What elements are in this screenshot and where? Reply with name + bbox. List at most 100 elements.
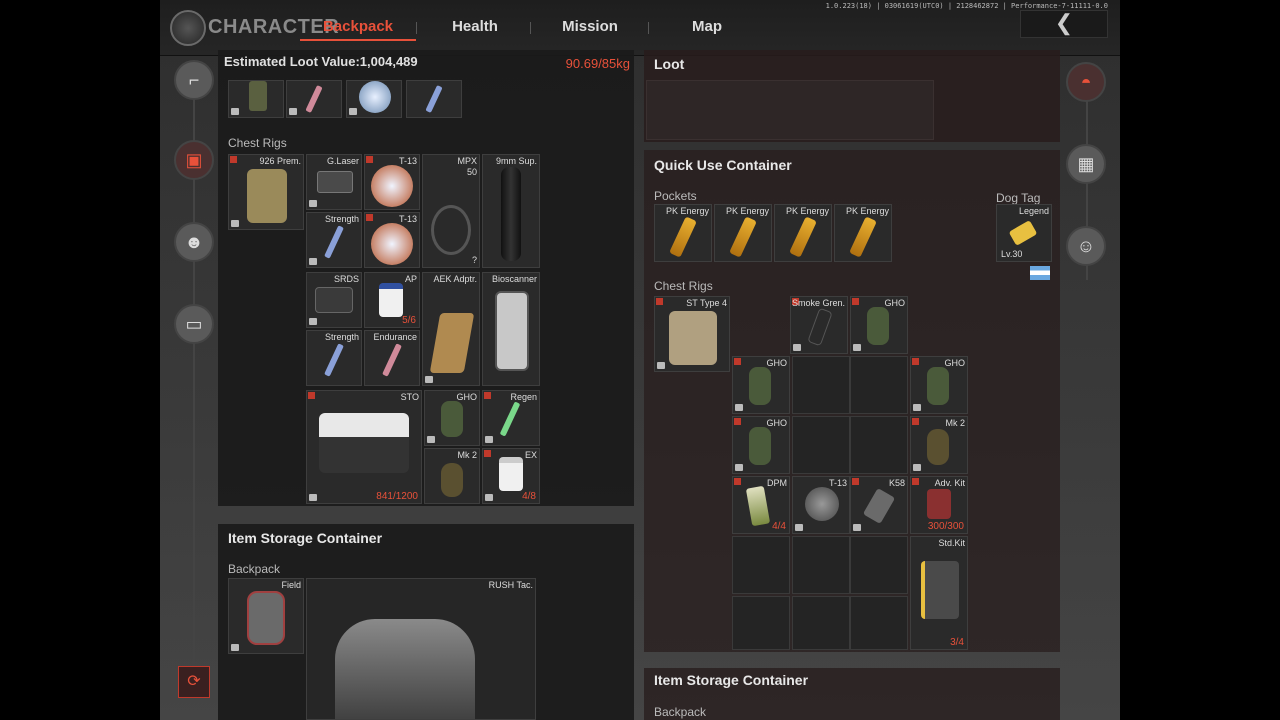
item-slot[interactable]: Smoke Gren. xyxy=(790,296,848,354)
item-slot[interactable]: GHO xyxy=(910,356,968,414)
empty-slot[interactable] xyxy=(732,596,790,650)
item-slot-aek[interactable]: AEK Adptr. xyxy=(422,272,480,386)
loot-area[interactable] xyxy=(646,80,934,140)
empty-slot[interactable] xyxy=(732,536,790,594)
item-flag-icon xyxy=(366,214,373,221)
item-slot[interactable]: K58 xyxy=(850,476,908,534)
item-slot[interactable]: DPM 4/4 xyxy=(732,476,790,534)
item-badge-icon xyxy=(485,494,493,501)
item-slot[interactable]: Adv. Kit 300/300 xyxy=(910,476,968,534)
item-slot[interactable]: EX 4/8 xyxy=(482,448,540,504)
vest-icon[interactable]: ▦ xyxy=(1066,144,1106,184)
item-slot[interactable]: AP 5/6 xyxy=(364,272,420,328)
item-badge-icon xyxy=(231,220,239,227)
item-slot[interactable]: Strength xyxy=(306,212,362,268)
item-label: Adv. Kit xyxy=(934,478,965,488)
pocket-slot[interactable]: PK Energy xyxy=(834,204,892,262)
empty-slot[interactable] xyxy=(850,536,908,594)
item-slot[interactable]: T-13 xyxy=(364,212,420,268)
empty-slot[interactable] xyxy=(850,596,908,650)
item-badge-icon xyxy=(853,344,861,351)
item-slot-sto[interactable]: STO 841/1200 xyxy=(306,390,422,504)
mask-icon[interactable]: ☻ xyxy=(174,222,214,262)
smoke-grenade-icon xyxy=(807,307,833,347)
item-slot[interactable]: Mk 2 xyxy=(424,448,480,504)
grenade-icon xyxy=(749,367,771,405)
toolbox-icon[interactable]: ▭ xyxy=(174,304,214,344)
item-slot[interactable]: Mk 2 xyxy=(910,416,968,474)
dog-tag-label: Dog Tag xyxy=(996,191,1041,205)
item-slot-rig[interactable]: ST Type 4 xyxy=(654,296,730,372)
pocket-slot[interactable]: PK Energy xyxy=(774,204,832,262)
item-badge-icon xyxy=(231,108,239,115)
item-flag-icon xyxy=(656,298,663,305)
item-slot-rig[interactable]: 926 Prem. xyxy=(228,154,304,230)
empty-slot[interactable] xyxy=(850,356,908,414)
item-flag-icon xyxy=(734,478,741,485)
face-icon[interactable]: ☺ xyxy=(1066,226,1106,266)
pocket-slot[interactable]: PK Energy xyxy=(654,204,712,262)
grenade-icon xyxy=(441,401,463,437)
item-slot-backpack[interactable]: Field xyxy=(228,578,304,654)
item-label: Mk 2 xyxy=(457,450,477,460)
item-badge-icon xyxy=(485,436,493,443)
item-slot[interactable] xyxy=(346,80,402,118)
loot-panel: Loot xyxy=(644,50,1060,142)
item-slot[interactable]: GHO xyxy=(424,390,480,446)
empty-slot[interactable] xyxy=(792,356,850,414)
grenade-icon xyxy=(749,427,771,465)
empty-slot[interactable] xyxy=(792,416,850,474)
item-slot[interactable]: Endurance xyxy=(364,330,420,386)
item-flag-icon xyxy=(912,358,919,365)
empty-slot[interactable] xyxy=(792,596,850,650)
empty-slot[interactable] xyxy=(792,536,850,594)
item-slot-rush[interactable]: RUSH Tac. xyxy=(306,578,536,720)
backpack-label: Backpack xyxy=(654,705,707,719)
item-count: 4/4 xyxy=(772,521,786,532)
item-badge-icon xyxy=(425,376,433,383)
tab-backpack[interactable]: Backpack xyxy=(300,18,416,41)
backpack-icon[interactable]: ▣ xyxy=(174,140,214,180)
tab-health[interactable]: Health xyxy=(440,18,510,35)
item-slot[interactable] xyxy=(286,80,342,118)
tab-map[interactable]: Map xyxy=(672,18,742,35)
item-badge-icon xyxy=(913,464,921,471)
empty-slot[interactable] xyxy=(850,416,908,474)
grenade-t13-icon xyxy=(371,223,413,265)
energy-drink-icon xyxy=(849,216,877,258)
helmet-icon[interactable]: ◓ xyxy=(1066,62,1106,102)
item-slot[interactable] xyxy=(228,80,284,118)
item-slot[interactable]: SRDS xyxy=(306,272,362,328)
backpack-refresh-icon[interactable]: ⟳ xyxy=(178,666,210,698)
item-slot[interactable]: T-13 xyxy=(364,154,420,210)
item-badge-icon xyxy=(795,524,803,531)
item-count: 5/6 xyxy=(402,315,416,326)
item-count: 50 xyxy=(466,167,477,177)
item-slot[interactable]: Regen xyxy=(482,390,540,446)
item-badge-icon xyxy=(657,362,665,369)
item-flag-icon xyxy=(308,392,315,399)
item-slot-std-kit[interactable]: Std.Kit 3/4 xyxy=(910,536,968,650)
item-label: T-13 xyxy=(828,478,847,488)
item-slot-mpx[interactable]: MPX 50 ? xyxy=(422,154,480,268)
pistol-icon[interactable]: ⌐ xyxy=(174,60,214,100)
pocket-slot[interactable]: PK Energy xyxy=(714,204,772,262)
item-label: GHO xyxy=(884,298,905,308)
tab-mission[interactable]: Mission xyxy=(555,18,625,35)
item-slot-suppressor[interactable]: 9mm Sup. xyxy=(482,154,540,268)
item-label: Mk 2 xyxy=(945,418,965,428)
item-slot[interactable]: GHO xyxy=(732,416,790,474)
item-slot[interactable]: GHO xyxy=(850,296,908,354)
item-slot[interactable]: GHO xyxy=(732,356,790,414)
item-slot[interactable]: Strength xyxy=(306,330,362,386)
item-slot[interactable]: T-13 xyxy=(792,476,850,534)
item-slot[interactable]: G.Laser xyxy=(306,154,362,210)
item-slot-bioscanner[interactable]: Bioscanner xyxy=(482,272,540,386)
back-button[interactable]: ❮ xyxy=(1020,10,1108,38)
item-label: Strength xyxy=(324,332,359,342)
item-slot[interactable] xyxy=(406,80,462,118)
grenade-icon xyxy=(927,429,949,465)
item-flag-icon xyxy=(852,478,859,485)
dog-tag-slot[interactable]: Legend Lv.30 xyxy=(996,204,1052,262)
item-label: EX xyxy=(524,450,537,460)
